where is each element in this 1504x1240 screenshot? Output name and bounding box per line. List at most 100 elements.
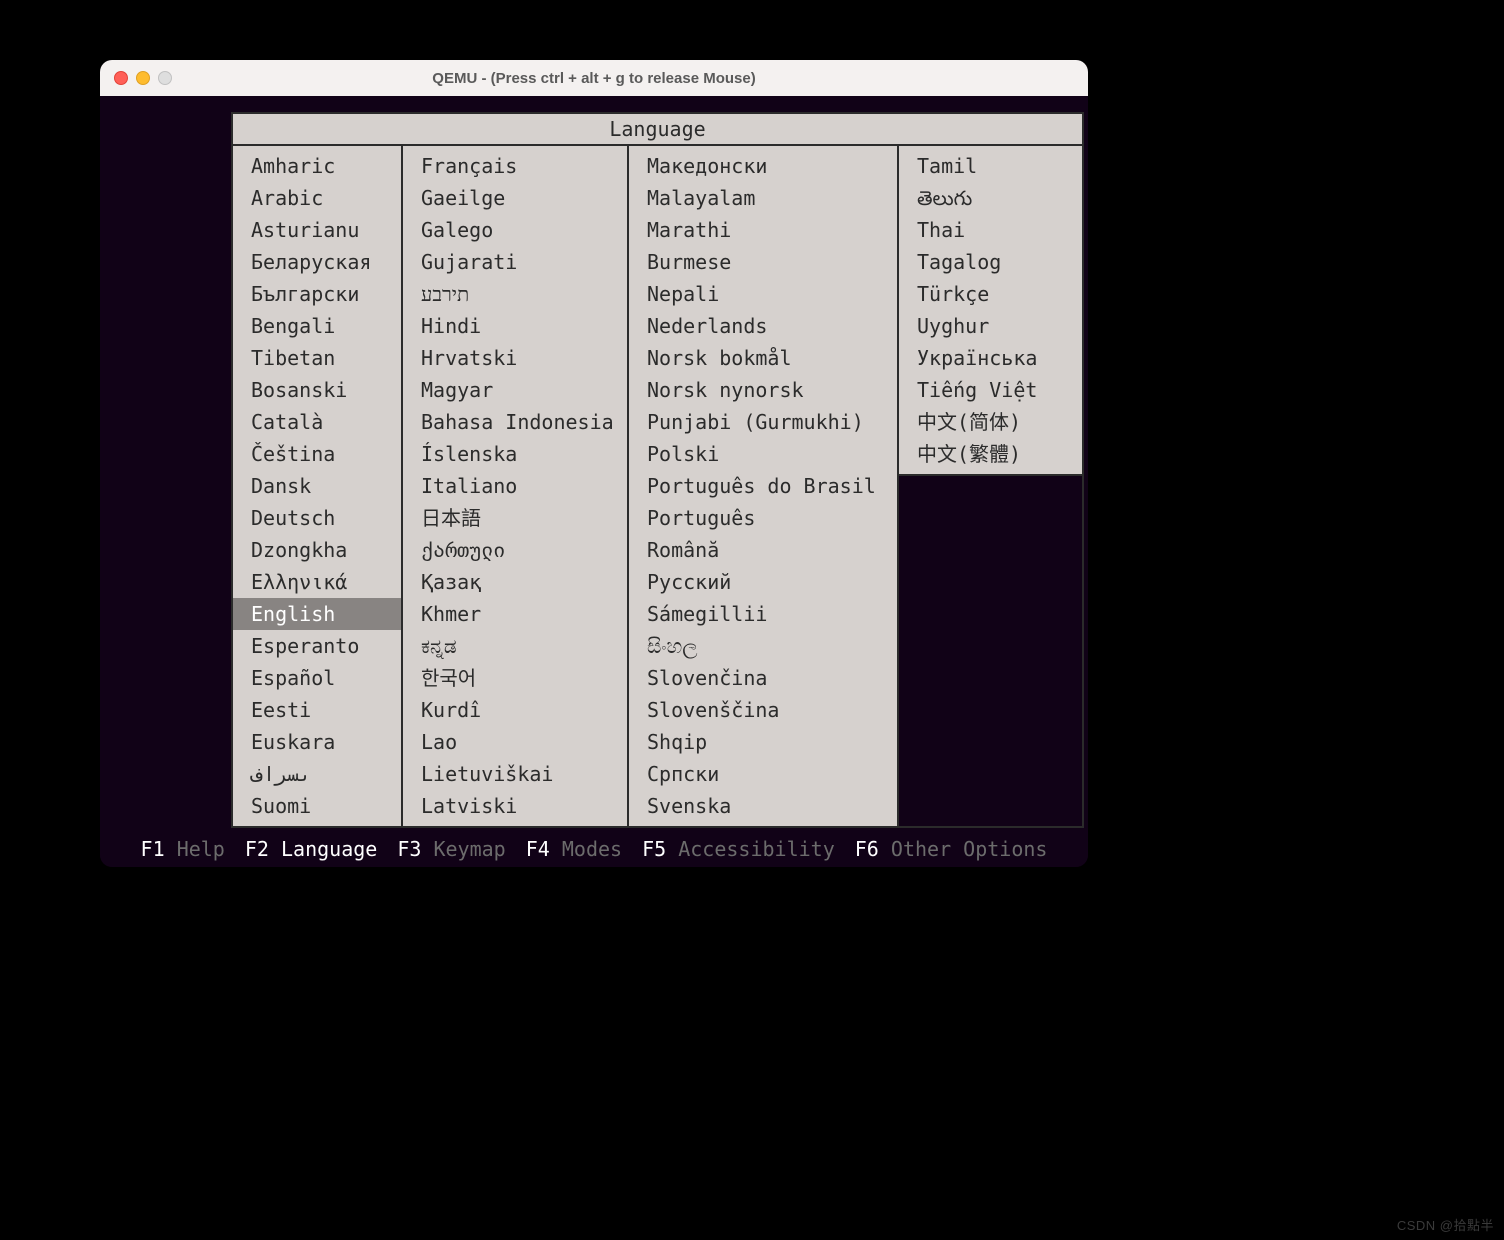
- language-option[interactable]: Français: [403, 150, 627, 182]
- language-option[interactable]: Íslenska: [403, 438, 627, 470]
- language-option[interactable]: Türkçe: [899, 278, 1082, 310]
- watermark: CSDN @拾點半: [1397, 1215, 1494, 1234]
- language-option[interactable]: Čeština: [233, 438, 401, 470]
- window-controls: [100, 71, 172, 85]
- language-option[interactable]: Thai: [899, 214, 1082, 246]
- language-option[interactable]: Punjabi (Gurmukhi): [629, 406, 897, 438]
- fkey-label: Accessibility: [678, 837, 835, 861]
- vm-screen: Language AmharicArabicAsturianuБеларуска…: [100, 96, 1088, 867]
- language-option[interactable]: Nederlands: [629, 310, 897, 342]
- language-option[interactable]: Burmese: [629, 246, 897, 278]
- language-option[interactable]: Gujarati: [403, 246, 627, 278]
- language-option[interactable]: Sámegillii: [629, 598, 897, 630]
- language-option[interactable]: Македонски: [629, 150, 897, 182]
- fkey-label: Keymap: [433, 837, 505, 861]
- language-option[interactable]: English: [233, 598, 401, 630]
- language-option[interactable]: Tamil: [899, 150, 1082, 182]
- language-option[interactable]: Lietuviškai: [403, 758, 627, 790]
- language-option[interactable]: Bahasa Indonesia: [403, 406, 627, 438]
- language-option[interactable]: Hindi: [403, 310, 627, 342]
- language-option[interactable]: 한국어: [403, 662, 627, 694]
- language-option[interactable]: Marathi: [629, 214, 897, 246]
- language-option[interactable]: Latviski: [403, 790, 627, 822]
- language-option[interactable]: Español: [233, 662, 401, 694]
- language-option[interactable]: Bosanski: [233, 374, 401, 406]
- fkey-f2[interactable]: F2 Language: [245, 837, 377, 861]
- language-option[interactable]: Uyghur: [899, 310, 1082, 342]
- language-option[interactable]: Dzongkha: [233, 534, 401, 566]
- language-option[interactable]: 日本語: [403, 502, 627, 534]
- zoom-icon[interactable]: [158, 71, 172, 85]
- language-option[interactable]: Galego: [403, 214, 627, 246]
- language-option[interactable]: Tibetan: [233, 342, 401, 374]
- qemu-window: QEMU - (Press ctrl + alt + g to release …: [100, 60, 1088, 867]
- language-option[interactable]: Khmer: [403, 598, 627, 630]
- language-option[interactable]: Català: [233, 406, 401, 438]
- language-option[interactable]: ىسراف: [233, 758, 401, 790]
- language-option[interactable]: Tiếng Việt: [899, 374, 1082, 406]
- language-column: TamilతెలుగుThaiTagalogTürkçeUyghurУкраїн…: [899, 146, 1082, 826]
- language-option[interactable]: Euskara: [233, 726, 401, 758]
- language-option[interactable]: ಕನ್ನಡ: [403, 630, 627, 662]
- language-option[interactable]: Amharic: [233, 150, 401, 182]
- fkey-label: Modes: [562, 837, 622, 861]
- fkey-f5[interactable]: F5 Accessibility: [642, 837, 835, 861]
- language-option[interactable]: ქართული: [403, 534, 627, 566]
- language-option[interactable]: Deutsch: [233, 502, 401, 534]
- language-option[interactable]: Suomi: [233, 790, 401, 822]
- language-option[interactable]: Eesti: [233, 694, 401, 726]
- fkey-key: F1: [141, 837, 165, 861]
- language-option[interactable]: తెలుగు: [899, 182, 1082, 214]
- language-option[interactable]: Arabic: [233, 182, 401, 214]
- language-option[interactable]: Bengali: [233, 310, 401, 342]
- language-option[interactable]: Português do Brasil: [629, 470, 897, 502]
- fkey-f3[interactable]: F3 Keymap: [397, 837, 505, 861]
- language-option[interactable]: Dansk: [233, 470, 401, 502]
- language-option[interactable]: Українська: [899, 342, 1082, 374]
- close-icon[interactable]: [114, 71, 128, 85]
- fkey-label: Help: [177, 837, 225, 861]
- language-option[interactable]: Hrvatski: [403, 342, 627, 374]
- language-option[interactable]: Esperanto: [233, 630, 401, 662]
- language-option[interactable]: 中文(繁體): [899, 438, 1082, 470]
- fkey-f6[interactable]: F6 Other Options: [855, 837, 1048, 861]
- language-option[interactable]: Slovenščina: [629, 694, 897, 726]
- language-option[interactable]: Lao: [403, 726, 627, 758]
- language-option[interactable]: Malayalam: [629, 182, 897, 214]
- language-option[interactable]: Svenska: [629, 790, 897, 822]
- language-option[interactable]: Български: [233, 278, 401, 310]
- language-option[interactable]: Српски: [629, 758, 897, 790]
- language-dialog-title: Language: [233, 114, 1082, 146]
- language-option[interactable]: Қазақ: [403, 566, 627, 598]
- fkey-key: F2: [245, 837, 269, 861]
- fkey-f1[interactable]: F1 Help: [141, 837, 225, 861]
- language-option[interactable]: සිංහල: [629, 630, 897, 662]
- language-option[interactable]: 中文(简体): [899, 406, 1082, 438]
- window-title: QEMU - (Press ctrl + alt + g to release …: [100, 70, 1088, 87]
- fkey-label: Other Options: [891, 837, 1048, 861]
- language-dialog: Language AmharicArabicAsturianuБеларуска…: [231, 112, 1084, 828]
- fkey-f4[interactable]: F4 Modes: [526, 837, 622, 861]
- language-option[interactable]: תירבע: [403, 278, 627, 310]
- language-option[interactable]: Русский: [629, 566, 897, 598]
- language-option[interactable]: Tagalog: [899, 246, 1082, 278]
- language-option[interactable]: Norsk bokmål: [629, 342, 897, 374]
- language-option[interactable]: Magyar: [403, 374, 627, 406]
- language-option[interactable]: Slovenčina: [629, 662, 897, 694]
- language-columns: AmharicArabicAsturianuБеларускаяБългарск…: [233, 146, 1082, 826]
- language-option[interactable]: Беларуская: [233, 246, 401, 278]
- language-option[interactable]: Norsk nynorsk: [629, 374, 897, 406]
- fkey-key: F4: [526, 837, 550, 861]
- language-option[interactable]: Asturianu: [233, 214, 401, 246]
- language-option[interactable]: Nepali: [629, 278, 897, 310]
- minimize-icon[interactable]: [136, 71, 150, 85]
- language-option[interactable]: Ελληνικά: [233, 566, 401, 598]
- language-option[interactable]: Kurdî: [403, 694, 627, 726]
- language-option[interactable]: Română: [629, 534, 897, 566]
- language-column: FrançaisGaeilgeGalegoGujaratiתירבעHindiH…: [403, 146, 629, 826]
- language-option[interactable]: Português: [629, 502, 897, 534]
- language-option[interactable]: Polski: [629, 438, 897, 470]
- language-option[interactable]: Shqip: [629, 726, 897, 758]
- language-option[interactable]: Gaeilge: [403, 182, 627, 214]
- language-option[interactable]: Italiano: [403, 470, 627, 502]
